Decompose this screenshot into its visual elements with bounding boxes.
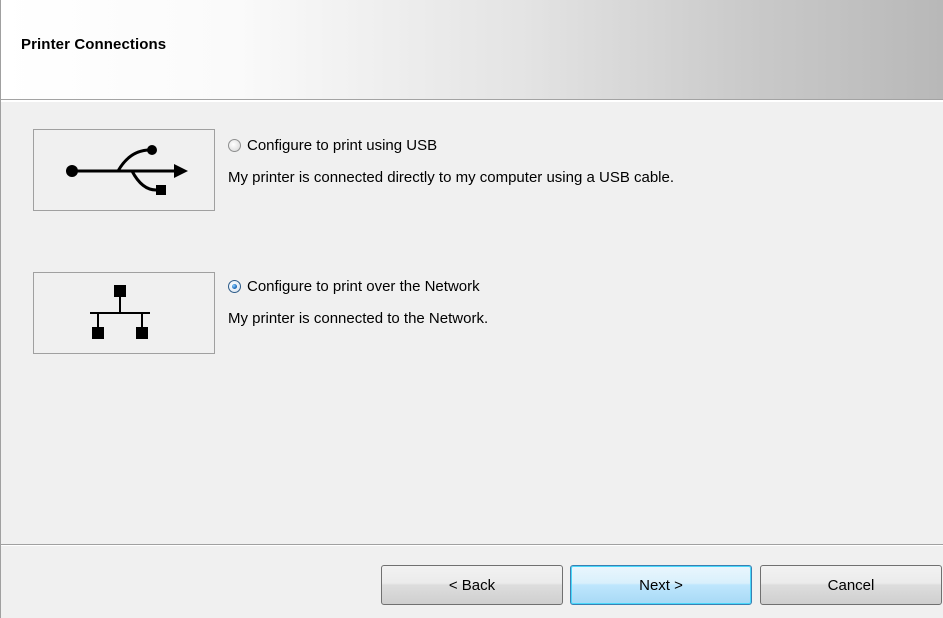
usb-icon bbox=[66, 145, 188, 195]
cancel-button[interactable]: Cancel bbox=[760, 565, 942, 605]
dialog-header: Printer Connections bbox=[1, 0, 943, 100]
usb-radio-button[interactable] bbox=[228, 138, 241, 152]
next-button-label: Next > bbox=[639, 576, 683, 594]
network-icon-box bbox=[33, 272, 215, 354]
network-radio-button[interactable] bbox=[228, 279, 241, 293]
printer-connections-dialog: Printer Connections Configure to print u… bbox=[0, 0, 943, 618]
network-option-description: My printer is connected to the Network. bbox=[228, 310, 489, 327]
cancel-button-label: Cancel bbox=[827, 576, 875, 594]
usb-option: Configure to print using USB My printer … bbox=[228, 135, 674, 186]
network-icon bbox=[90, 285, 150, 339]
network-radio-row[interactable]: Configure to print over the Network bbox=[228, 276, 488, 296]
network-option: Configure to print over the Network My p… bbox=[228, 276, 488, 327]
usb-option-label[interactable]: Configure to print using USB bbox=[247, 137, 437, 154]
page-title: Printer Connections bbox=[21, 36, 167, 53]
usb-option-description: My printer is connected directly to my c… bbox=[228, 169, 675, 186]
usb-radio-row[interactable]: Configure to print using USB bbox=[228, 135, 674, 155]
next-button[interactable]: Next > bbox=[570, 565, 752, 605]
back-button-label: < Back bbox=[448, 576, 496, 594]
footer-divider bbox=[1, 544, 943, 546]
back-button[interactable]: < Back bbox=[381, 565, 563, 605]
network-option-label[interactable]: Configure to print over the Network bbox=[247, 278, 480, 295]
header-divider bbox=[1, 100, 943, 102]
usb-icon-box bbox=[33, 129, 215, 211]
